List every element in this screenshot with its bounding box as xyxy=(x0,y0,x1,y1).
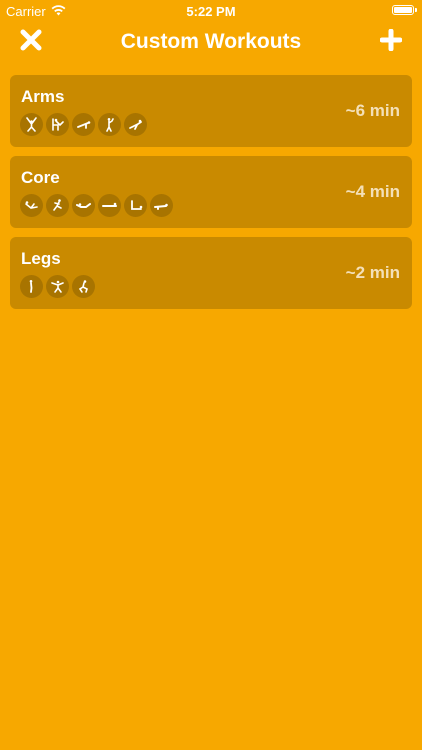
workout-name: Arms xyxy=(21,87,65,106)
exercise-icons xyxy=(20,275,98,298)
page-title: Custom Workouts xyxy=(120,30,302,53)
workout-name: Legs xyxy=(21,249,61,268)
status-time: 5:22 PM xyxy=(186,4,236,19)
workout-duration: ~2 min xyxy=(345,263,400,282)
status-bar: Carrier 5:22 PM xyxy=(0,0,422,22)
exercise-pushup-icon xyxy=(72,113,95,136)
exercise-crunch-icon xyxy=(20,194,43,217)
add-workout-button[interactable] xyxy=(379,28,403,52)
plus-icon xyxy=(379,28,403,52)
workout-name: Core xyxy=(21,168,60,187)
workout-card-core[interactable]: Core ~4 min xyxy=(10,156,412,228)
exercise-plank-icon xyxy=(150,194,173,217)
nav-bar: Custom Workouts xyxy=(0,22,422,62)
exercise-plank-icon xyxy=(124,113,147,136)
workout-duration: ~4 min xyxy=(345,182,400,201)
exercise-icons xyxy=(20,113,150,136)
battery-icon xyxy=(392,5,417,15)
exercise-chair-dip-icon xyxy=(46,113,69,136)
exercise-icons xyxy=(20,194,176,217)
exercise-leg-raise-icon xyxy=(124,194,147,217)
exercise-superman-icon xyxy=(72,194,95,217)
exercise-arm-curl-icon xyxy=(98,113,121,136)
workout-list: Arms ~6 min Core ~4 min Legs ~2 min xyxy=(10,75,412,318)
workout-duration: ~6 min xyxy=(345,101,400,120)
exercise-side-plank-icon xyxy=(98,194,121,217)
exercise-lunge-icon xyxy=(46,275,69,298)
exercise-jumping-jack-icon xyxy=(20,113,43,136)
workout-card-arms[interactable]: Arms ~6 min xyxy=(10,75,412,147)
exercise-squat-icon xyxy=(72,275,95,298)
workout-card-legs[interactable]: Legs ~2 min xyxy=(10,237,412,309)
exercise-bicycle-icon xyxy=(46,194,69,217)
exercise-calf-raise-icon xyxy=(20,275,43,298)
